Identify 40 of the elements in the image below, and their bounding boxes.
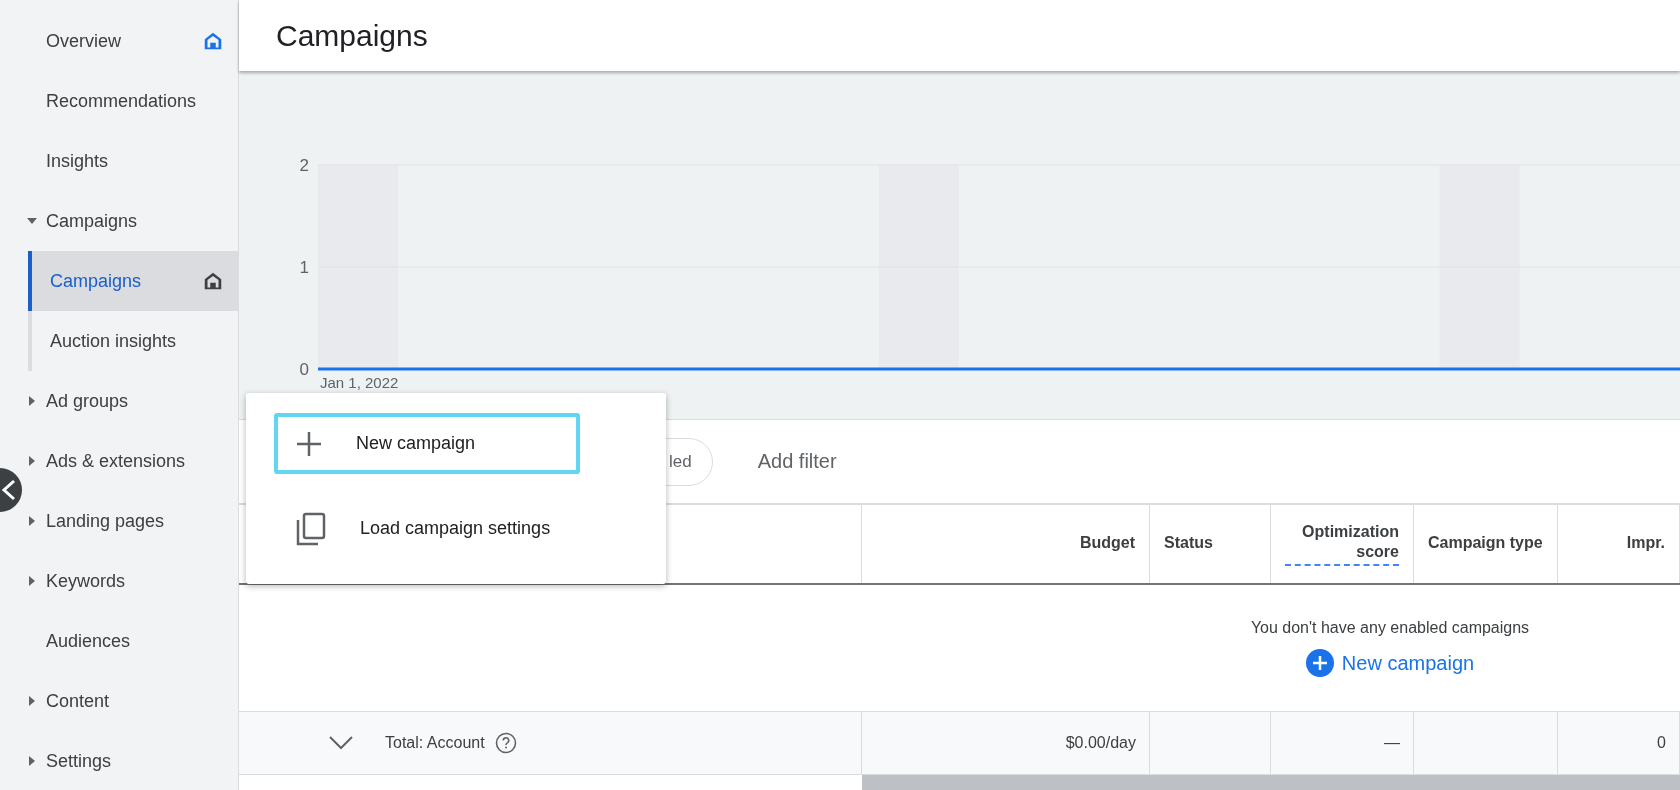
y-tick-label: 0 [299,360,309,379]
sidebar-item[interactable]: Campaigns [28,251,238,311]
table-cell: — [1384,734,1400,752]
column-header[interactable]: Status [1150,505,1271,583]
menu-item[interactable]: Load campaign settings [274,498,580,559]
table-cell: 0 [1657,734,1666,752]
sidebar-item[interactable]: Ad groups [0,371,238,431]
home-icon [202,30,224,52]
chevron-down-icon[interactable] [329,736,353,750]
page-title: Campaigns [276,18,428,53]
sidebar-item[interactable]: Keywords [0,551,238,611]
x-axis-label: Jan 1, 2022 [320,374,399,391]
plus-circle-icon [1305,649,1334,677]
sidebar-item[interactable]: Landing pages [0,491,238,551]
plus-icon [296,430,322,457]
sidebar-item[interactable]: Content [0,671,238,731]
copy-icon [296,511,326,546]
column-header[interactable]: Optimization score [1271,505,1414,583]
sidebar-item[interactable]: Settings [0,731,238,790]
y-tick-label: 1 [299,258,309,277]
column-header[interactable]: Budget [862,505,1150,583]
menu-item[interactable]: New campaign [274,413,580,474]
y-tick-label: 2 [299,156,309,175]
scrollbar-thumb[interactable] [862,775,1680,790]
sidebar-item[interactable]: Recommendations [0,71,238,131]
new-campaign-button[interactable]: New campaign [1305,649,1475,677]
chevron-left-icon [0,479,18,501]
add-filter-button[interactable]: Add filter [757,450,837,473]
column-header[interactable]: Impr. [1558,505,1680,583]
home-icon [202,270,224,292]
sidebar-item[interactable]: Insights [0,131,238,191]
column-header[interactable]: Campaign type [1414,505,1558,583]
table-cell: $0.00/day [1065,734,1136,752]
sidebar-item[interactable]: Audiences [0,611,238,671]
help-icon[interactable] [494,732,517,754]
sidebar-item[interactable]: Campaigns [0,191,238,251]
empty-message: You don't have any enabled campaigns [1250,619,1530,637]
total-label: Total: Account [385,734,485,752]
sidebar-item[interactable]: Ads & extensions [0,431,238,491]
sidebar-item[interactable]: Overview [0,11,238,71]
